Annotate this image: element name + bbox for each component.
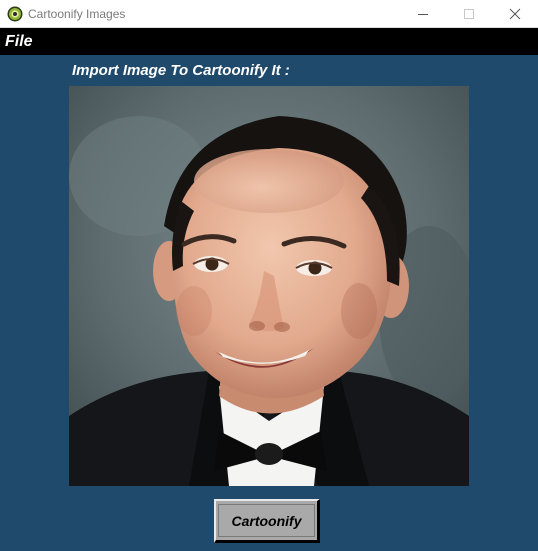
imported-image bbox=[69, 86, 469, 486]
app-window: Cartoonify Images File Import Image To C… bbox=[0, 0, 538, 551]
close-icon bbox=[509, 8, 521, 20]
cartoonify-button[interactable]: Cartoonify bbox=[214, 499, 320, 543]
close-button[interactable] bbox=[492, 0, 538, 28]
minimize-button[interactable] bbox=[400, 0, 446, 28]
title-bar: Cartoonify Images bbox=[0, 0, 538, 28]
portrait-photo bbox=[69, 86, 469, 486]
maximize-button[interactable] bbox=[446, 0, 492, 28]
window-title: Cartoonify Images bbox=[28, 7, 126, 21]
cartoonify-app-icon bbox=[7, 6, 23, 22]
minimize-icon bbox=[418, 14, 428, 15]
menu-bar: File bbox=[0, 28, 538, 55]
import-prompt-label: Import Image To Cartoonify It : bbox=[72, 62, 290, 79]
cartoonify-button-label: Cartoonify bbox=[218, 504, 315, 537]
maximize-icon bbox=[464, 9, 474, 19]
menu-file[interactable]: File bbox=[5, 33, 33, 51]
